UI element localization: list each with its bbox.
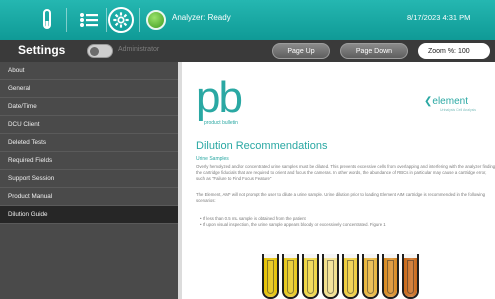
document-paragraph: The Element, AM* will not prompt the use… xyxy=(196,192,485,203)
document-title: Dilution Recommendations xyxy=(196,140,328,152)
document-page: pb product bulletin ❮element Urinalysis … xyxy=(182,62,495,299)
sidebar-item-date-time[interactable]: Date/Time xyxy=(0,98,178,116)
element-brand-logo: ❮element xyxy=(424,96,468,107)
element-brand-text: element xyxy=(432,96,468,107)
list-icon[interactable] xyxy=(76,7,102,33)
document-bullet-list: • If less than 0.5 mL sample is obtained… xyxy=(200,216,386,228)
sample-tube xyxy=(382,254,399,299)
date-time: 8/17/2023 4:31 PM xyxy=(407,13,471,22)
admin-label: Administrator xyxy=(118,46,160,53)
document-paragraph: Overly hemolyzed and/or concentrated uri… xyxy=(196,164,495,181)
sidebar-item-support-session[interactable]: Support Session xyxy=(0,170,178,188)
page-title: Settings xyxy=(18,43,66,57)
sidebar-item-product-manual[interactable]: Product Manual xyxy=(0,188,178,206)
gear-icon[interactable] xyxy=(108,7,134,33)
sample-tube xyxy=(362,254,379,299)
document-section-title: Urine Samples xyxy=(196,156,229,162)
status-indicator-icon xyxy=(146,10,166,30)
test-tube-icon[interactable] xyxy=(34,7,60,33)
top-bar: Analyzer: Ready 8/17/2023 4:31 PM xyxy=(0,0,495,40)
sample-tube xyxy=(402,254,419,299)
divider xyxy=(66,8,67,32)
sample-tube xyxy=(282,254,299,299)
divider xyxy=(139,8,140,32)
sample-tube xyxy=(302,254,319,299)
settings-header: Settings Administrator Page Up Page Down… xyxy=(0,40,495,62)
product-bulletin-label: product bulletin xyxy=(204,120,238,126)
sample-tubes-figure xyxy=(262,254,422,299)
sidebar-item-about[interactable]: About xyxy=(0,62,178,80)
analyzer-status: Analyzer: Ready xyxy=(172,13,231,22)
sidebar-item-required-fields[interactable]: Required Fields xyxy=(0,152,178,170)
sidebar-item-general[interactable]: General xyxy=(0,80,178,98)
sidebar-item-deleted-tests[interactable]: Deleted Tests xyxy=(0,134,178,152)
product-bulletin-logo: pb xyxy=(196,73,243,122)
admin-toggle[interactable] xyxy=(87,44,113,58)
page-down-button[interactable]: Page Down xyxy=(340,43,408,59)
zoom-field[interactable]: Zoom %: 100 xyxy=(418,43,490,59)
document-viewer[interactable]: pb product bulletin ❮element Urinalysis … xyxy=(178,62,495,299)
sidebar-item-dcu-client[interactable]: DCU Client xyxy=(0,116,178,134)
bullet-item: • If upon visual inspection, the urine s… xyxy=(200,222,386,227)
settings-sidebar: About General Date/Time DCU Client Delet… xyxy=(0,62,178,299)
page-up-button[interactable]: Page Up xyxy=(272,43,330,59)
sample-tube xyxy=(262,254,279,299)
divider xyxy=(106,8,107,32)
sample-tube xyxy=(342,254,359,299)
sample-tube xyxy=(322,254,339,299)
sidebar-item-dilution-guide[interactable]: Dilution Guide xyxy=(0,206,178,224)
element-brand-tagline: Urinalysis Cell Analysis xyxy=(440,108,476,112)
